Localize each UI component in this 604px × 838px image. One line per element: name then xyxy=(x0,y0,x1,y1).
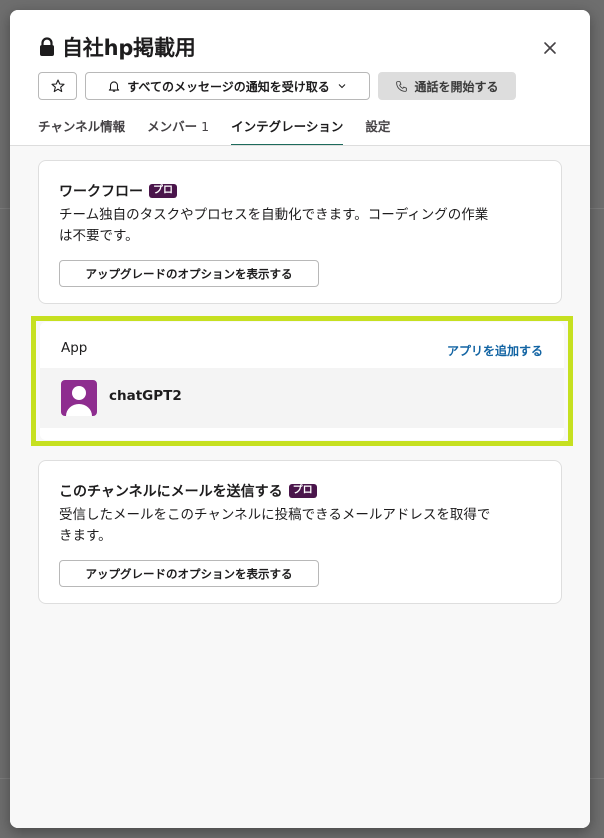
star-button[interactable] xyxy=(38,72,77,100)
tab-label: 設定 xyxy=(365,119,391,134)
bell-icon xyxy=(109,81,120,92)
phone-icon xyxy=(396,80,408,92)
pro-badge: プロ xyxy=(288,484,317,498)
member-count: 1 xyxy=(201,119,210,134)
channel-details-modal: 自社hp掲載用 すべてのメッセージの通知を受け取る 通話を開始する チャンネル情… xyxy=(10,10,590,828)
tab-channel-info[interactable]: チャンネル情報 xyxy=(38,116,125,146)
tab-members[interactable]: メンバー 1 xyxy=(147,116,209,146)
email-description: 受信したメールをこのチャンネルに投稿できるメールアドレスを取得で きます。 xyxy=(59,505,549,547)
workflow-upgrade-button[interactable]: アップグレードのオプションを表示する xyxy=(59,260,319,287)
tab-bar: チャンネル情報 メンバー 1 インテグレーション 設定 xyxy=(38,116,412,146)
start-call-label: 通話を開始する xyxy=(414,79,499,94)
star-icon xyxy=(50,79,65,93)
workflow-desc-line: チーム独自のタスクやプロセスを自動化できます。コーディングの作業 xyxy=(59,207,489,223)
workflow-title: ワークフロー プロ xyxy=(59,181,177,201)
lock-icon xyxy=(40,37,54,56)
email-desc-line: 受信したメールをこのチャンネルに投稿できるメールアドレスを取得で xyxy=(59,507,491,523)
tab-label: メンバー xyxy=(147,119,198,134)
channel-name: 自社hp掲載用 xyxy=(62,36,196,60)
person-silhouette-icon xyxy=(66,386,92,416)
channel-title: 自社hp掲載用 xyxy=(38,32,196,62)
workflow-title-text: ワークフロー xyxy=(59,184,143,200)
email-title-text: このチャンネルにメールを送信する xyxy=(59,484,283,500)
notification-settings-button[interactable]: すべてのメッセージの通知を受け取る xyxy=(85,72,370,100)
app-name: chatGPT2 xyxy=(109,388,182,404)
tab-label: インテグレーション xyxy=(231,119,344,134)
workflow-desc-line: は不要です。 xyxy=(59,228,139,244)
workflow-description: チーム独自のタスクやプロセスを自動化できます。コーディングの作業 は不要です。 xyxy=(59,205,549,247)
email-title: このチャンネルにメールを送信する プロ xyxy=(59,481,317,501)
close-icon[interactable] xyxy=(538,36,562,60)
tab-label: チャンネル情報 xyxy=(38,119,126,134)
person-avatar-icon xyxy=(61,380,97,416)
apps-heading: App xyxy=(61,340,88,356)
email-upgrade-button[interactable]: アップグレードのオプションを表示する xyxy=(59,560,319,587)
add-app-link[interactable]: アプリを追加する xyxy=(447,342,543,359)
modal-header: 自社hp掲載用 すべてのメッセージの通知を受け取る 通話を開始する チャンネル情… xyxy=(10,10,590,146)
modal-body: ワークフロー プロ チーム独自のタスクやプロセスを自動化できます。コーディングの… xyxy=(10,146,590,828)
chevron-down-icon xyxy=(338,84,346,89)
pro-badge: プロ xyxy=(149,184,177,198)
notification-label: すべてのメッセージの通知を受け取る xyxy=(127,79,330,94)
tab-settings[interactable]: 設定 xyxy=(365,116,390,146)
header-actions: すべてのメッセージの通知を受け取る 通話を開始する xyxy=(38,72,516,100)
email-card: このチャンネルにメールを送信する プロ 受信したメールをこのチャンネルに投稿でき… xyxy=(38,460,562,604)
workflow-card: ワークフロー プロ チーム独自のタスクやプロセスを自動化できます。コーディングの… xyxy=(38,160,562,304)
email-desc-line: きます。 xyxy=(59,528,112,544)
app-list-item[interactable]: chatGPT2 xyxy=(40,368,564,428)
apps-card: App アプリを追加する chatGPT2 xyxy=(40,322,564,440)
start-call-button[interactable]: 通話を開始する xyxy=(378,72,516,100)
tab-integrations[interactable]: インテグレーション xyxy=(231,116,344,146)
